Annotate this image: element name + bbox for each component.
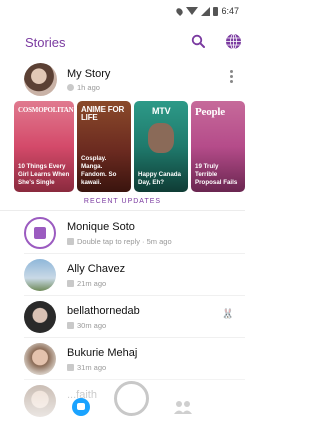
discover-brand: ANIME FOR LIFE <box>81 105 125 122</box>
discover-tile-mtv[interactable]: MTV Happy Canada Day, Eh? <box>134 101 188 192</box>
chat-icon[interactable] <box>72 398 90 416</box>
divider <box>0 210 245 211</box>
bunny-icon: 🐰 <box>221 309 234 320</box>
my-story-time: 1h ago <box>67 83 100 92</box>
system-icons: 6:47 <box>175 6 239 16</box>
page-title: Stories <box>25 35 66 50</box>
clock: 6:47 <box>221 6 239 16</box>
unopened-snap-icon <box>24 217 56 249</box>
friend-status: Double tap to reply · 5m ago <box>67 237 172 246</box>
friend-name: Ally Chavez <box>67 263 126 275</box>
friend-status: 31m ago <box>67 363 106 372</box>
discover-caption: 10 Things Every Girl Learns When She's S… <box>18 163 70 186</box>
my-story-row[interactable]: My Story 1h ago <box>0 60 245 98</box>
discover-tile-cosmopolitan[interactable]: COSMOPOLITAN 10 Things Every Girl Learns… <box>14 101 74 192</box>
discover-caption: Cosplay. Manga. Fandom. So kawaii. <box>81 155 117 186</box>
friends-icon[interactable] <box>173 399 193 415</box>
story-icon <box>67 364 74 371</box>
story-row-ally-chavez[interactable]: Ally Chavez 21m ago <box>0 254 245 296</box>
reply-icon <box>67 238 74 245</box>
avatar <box>24 63 57 96</box>
discover-brand: COSMOPOLITAN <box>18 106 74 114</box>
discover-brand: People <box>195 106 225 118</box>
signal-icon <box>201 6 211 16</box>
recent-updates-header: RECENT UPDATES <box>83 198 162 205</box>
wifi-icon <box>186 7 199 15</box>
avatar <box>24 385 56 417</box>
battery-icon <box>213 6 219 16</box>
more-options-icon[interactable] <box>230 70 234 85</box>
discover-caption: Happy Canada Day, Eh? <box>138 171 181 186</box>
friend-name: Bukurie Mehaj <box>67 347 138 359</box>
avatar <box>24 259 56 291</box>
status-bar: 6:47 <box>0 0 245 24</box>
friend-status: 21m ago <box>67 279 106 288</box>
friend-name: Monique Soto <box>67 221 135 233</box>
story-row-bellathornedab[interactable]: bellathornedab 30m ago 🐰 <box>0 296 245 338</box>
story-icon <box>67 322 74 329</box>
discover-tile-anime[interactable]: ANIME FOR LIFE Cosplay. Manga. Fandom. S… <box>77 101 131 192</box>
header: Stories <box>0 24 245 58</box>
my-story-title: My Story <box>67 68 111 80</box>
friend-status: 30m ago <box>67 321 106 330</box>
discover-tile-people[interactable]: People 19 Truly Terrible Proposal Fails <box>191 101 245 192</box>
camera-shutter-button[interactable] <box>114 381 149 416</box>
story-icon <box>67 280 74 287</box>
globe-icon[interactable] <box>225 33 242 50</box>
story-row-monique-soto[interactable]: Monique Soto Double tap to reply · 5m ag… <box>0 212 245 254</box>
avatar <box>24 343 56 375</box>
search-icon[interactable] <box>191 34 205 48</box>
discover-carousel[interactable]: COSMOPOLITAN 10 Things Every Girl Learns… <box>0 101 245 192</box>
story-row-bukurie-mehaj[interactable]: Bukurie Mehaj 31m ago <box>0 338 245 380</box>
discover-brand: MTV <box>152 106 171 116</box>
avatar <box>24 301 56 333</box>
location-icon <box>175 6 185 16</box>
discover-caption: 19 Truly Terrible Proposal Fails <box>195 163 238 186</box>
friend-name: bellathornedab <box>67 305 140 317</box>
clock-icon <box>67 84 74 91</box>
